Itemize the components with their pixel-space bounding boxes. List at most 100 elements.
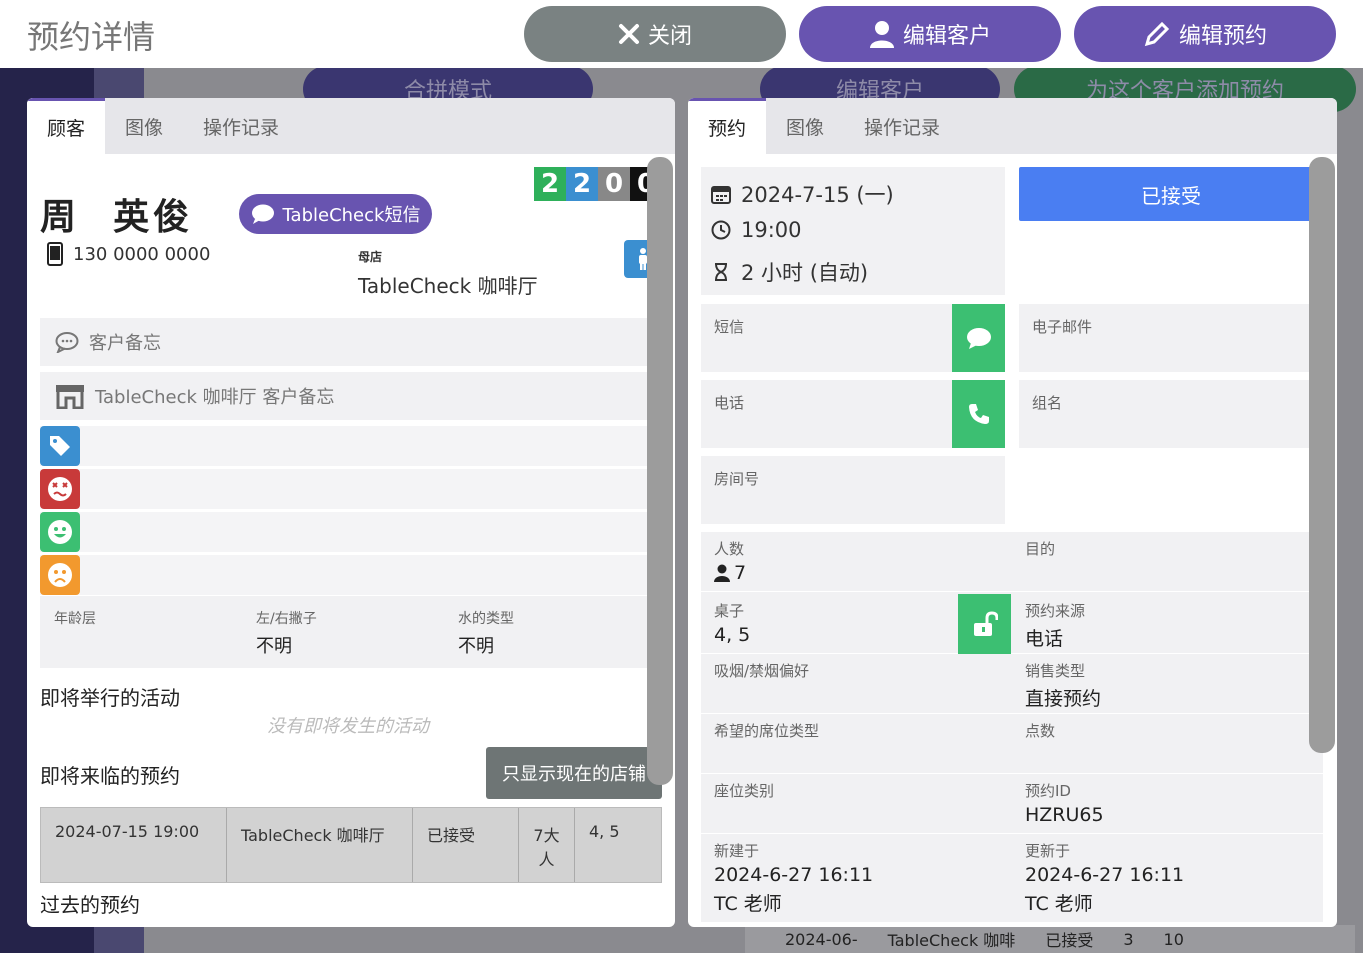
customer-phone: 130 0000 0000 (47, 242, 210, 266)
table-value: 4, 5 (714, 624, 751, 646)
send-sms-button[interactable] (952, 304, 1005, 372)
sms-label: TableCheck短信 (282, 205, 421, 226)
attr-handedness-label: 左/右撇子 (256, 611, 317, 627)
hourglass-icon (715, 263, 727, 281)
table-label: 桌子 (714, 602, 745, 620)
group-name-label: 组名 (1032, 394, 1063, 412)
source-label: 预约来源 (1025, 602, 1086, 620)
phone-field[interactable]: 电话 (701, 380, 1005, 448)
source-field[interactable]: 预约来源 电话 (1012, 594, 1323, 654)
attr-water[interactable]: 水的类型 不明 (458, 608, 514, 658)
tag-row-likes[interactable] (40, 512, 662, 552)
reservation-tabs: 预约 图像 操作记录 (688, 98, 1337, 154)
call-button[interactable] (952, 380, 1005, 448)
tab-history[interactable]: 操作记录 (183, 98, 299, 154)
customer-memo[interactable]: 客户备忘 (40, 318, 662, 366)
guests-label: 人数 (714, 540, 745, 558)
created-value: 2024-6-27 16:11 (714, 864, 874, 886)
tag-row-complaints[interactable] (40, 555, 662, 595)
seat-category-label: 座位类别 (714, 782, 775, 800)
user-icon (869, 21, 894, 48)
tab-customer[interactable]: 顾客 (27, 98, 106, 154)
reservation-datetime[interactable]: 2024-7-15 (一) 19:00 2 小时 (自动) (701, 167, 1005, 295)
reservation-info-grid: 人数 7 目的 桌子 4, 5 预约来源 电话 吸烟/禁烟偏好 销售类型 直接预… (701, 532, 1323, 922)
seat-pref-field[interactable]: 希望的席位类型 (701, 714, 1012, 774)
attr-handedness-value: 不明 (256, 636, 292, 657)
attr-age-label: 年龄层 (54, 611, 96, 627)
reservation-content: 2024-7-15 (一) 19:00 2 小时 (自动) 已接受 短信 电子邮… (688, 154, 1337, 927)
calendar-icon (711, 186, 731, 204)
right-scrollbar[interactable] (1309, 157, 1335, 753)
smoking-label: 吸烟/禁烟偏好 (714, 662, 810, 680)
source-value: 电话 (1025, 628, 1064, 650)
reservation-id-field: 预约ID HZRU65 (1012, 774, 1323, 834)
purpose-field[interactable]: 目的 (1012, 532, 1323, 592)
tab-history[interactable]: 操作记录 (844, 98, 960, 154)
close-button[interactable]: 关闭 (524, 6, 786, 62)
tag-row-dislikes[interactable] (40, 469, 662, 509)
email-field[interactable]: 电子邮件 (1019, 304, 1323, 372)
sales-type-field[interactable]: 销售类型 直接预约 (1012, 654, 1323, 714)
tab-images[interactable]: 图像 (105, 98, 183, 154)
unlock-icon (973, 611, 998, 636)
store-memo[interactable]: TableCheck 咖啡厅 客户备忘 (40, 372, 662, 420)
customer-panel: 顾客 图像 操作记录 2 2 0 0 周 英俊 TableCheck短信 130… (27, 98, 675, 927)
edit-reservation-label: 编辑预约 (1178, 24, 1267, 49)
close-icon (618, 24, 639, 44)
group-name-field[interactable]: 组名 (1019, 380, 1323, 448)
purpose-label: 目的 (1025, 540, 1056, 558)
row-table: 4, 5 (589, 822, 620, 841)
tag-row-tags[interactable] (40, 426, 662, 466)
seat-category-field[interactable]: 座位类别 (701, 774, 1012, 834)
points-label: 点数 (1025, 722, 1056, 740)
row-guests: 7大人 (519, 808, 575, 882)
pencil-icon (1144, 21, 1170, 47)
guests-field[interactable]: 人数 7 (701, 532, 1012, 592)
guests-value: 7 (714, 562, 746, 584)
score-digit: 2 (534, 167, 566, 201)
customer-attributes: 年龄层 左/右撇子 不明 水的类型 不明 (40, 596, 662, 668)
updated-value: 2024-6-27 16:11 (1025, 864, 1185, 886)
attr-water-label: 水的类型 (458, 611, 514, 627)
created-by: TC 老师 (714, 893, 782, 915)
customer-name: 周 英俊 (40, 197, 194, 238)
edit-customer-label: 编辑客户 (902, 24, 991, 49)
tablecheck-sms-button[interactable]: TableCheck短信 (239, 194, 432, 234)
no-events-message: 没有即将发生的活动 (267, 716, 429, 737)
reservation-date: 2024-7-15 (一) (711, 179, 894, 209)
only-current-store-button[interactable]: 只显示现在的店铺 (486, 747, 662, 799)
duration-value: 2 小时 (自动) (741, 261, 869, 285)
table-row[interactable]: 2024-07-15 19:00 TableCheck 咖啡厅 已接受 7大人 … (40, 807, 662, 883)
smoking-field[interactable]: 吸烟/禁烟偏好 (701, 654, 1012, 714)
phone-field-label: 电话 (714, 394, 745, 412)
smile-face-icon (40, 512, 80, 552)
mobile-phone-icon (47, 242, 63, 266)
date-value: 2024-7-15 (一) (741, 183, 894, 207)
frown-face-icon (40, 555, 80, 595)
edit-customer-button[interactable]: 编辑客户 (799, 6, 1061, 62)
attr-age[interactable]: 年龄层 (54, 608, 96, 632)
sms-field-label: 短信 (714, 318, 745, 336)
row-status: 已接受 (413, 808, 519, 882)
updated-label: 更新于 (1025, 842, 1071, 860)
tab-images[interactable]: 图像 (766, 98, 844, 154)
home-store-label: 母店 (358, 250, 383, 264)
tab-reservation[interactable]: 预约 (688, 98, 767, 154)
status-button[interactable]: 已接受 (1019, 167, 1323, 221)
table-lock-button[interactable] (958, 594, 1011, 654)
sms-field[interactable]: 短信 (701, 304, 1005, 372)
past-reservations-title: 过去的预约 (40, 893, 140, 917)
store-icon (56, 385, 84, 409)
reservation-id-value: HZRU65 (1025, 804, 1104, 826)
email-field-label: 电子邮件 (1032, 318, 1093, 336)
clock-icon (711, 220, 731, 240)
room-number-field[interactable]: 房间号 (701, 456, 1005, 524)
left-scrollbar[interactable] (647, 157, 673, 785)
close-label: 关闭 (647, 24, 692, 49)
upcoming-events-title: 即将举行的活动 (40, 686, 180, 710)
edit-reservation-button[interactable]: 编辑预约 (1074, 6, 1336, 62)
attr-water-value: 不明 (458, 636, 494, 657)
points-field[interactable]: 点数 (1012, 714, 1323, 774)
customer-tabs: 顾客 图像 操作记录 (27, 98, 675, 154)
attr-handedness[interactable]: 左/右撇子 不明 (256, 608, 317, 658)
